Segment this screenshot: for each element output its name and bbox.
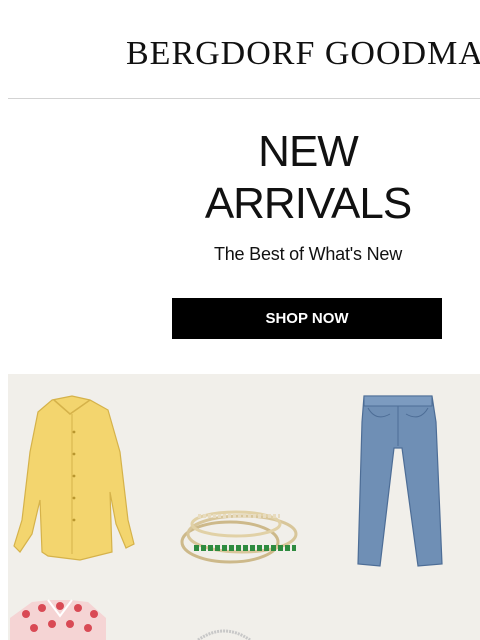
brand-logo[interactable]: BERGDORF GOODMAN bbox=[126, 30, 480, 78]
shop-now-button[interactable]: SHOP NOW bbox=[172, 298, 442, 339]
headline-line-1: NEW bbox=[258, 127, 359, 176]
rings-image[interactable] bbox=[174, 502, 304, 568]
bracelet-image[interactable] bbox=[194, 628, 254, 640]
red-top-image[interactable] bbox=[10, 598, 110, 640]
subheadline: The Best of What's New bbox=[213, 244, 403, 264]
jeans-image[interactable] bbox=[352, 392, 448, 570]
yellow-shirt-image[interactable] bbox=[10, 392, 140, 568]
brand-name: BERGDORF GOODMAN bbox=[126, 35, 480, 72]
product-showcase[interactable] bbox=[8, 374, 480, 640]
header-divider bbox=[8, 98, 480, 99]
headline-line-2: ARRIVALS bbox=[204, 179, 412, 228]
